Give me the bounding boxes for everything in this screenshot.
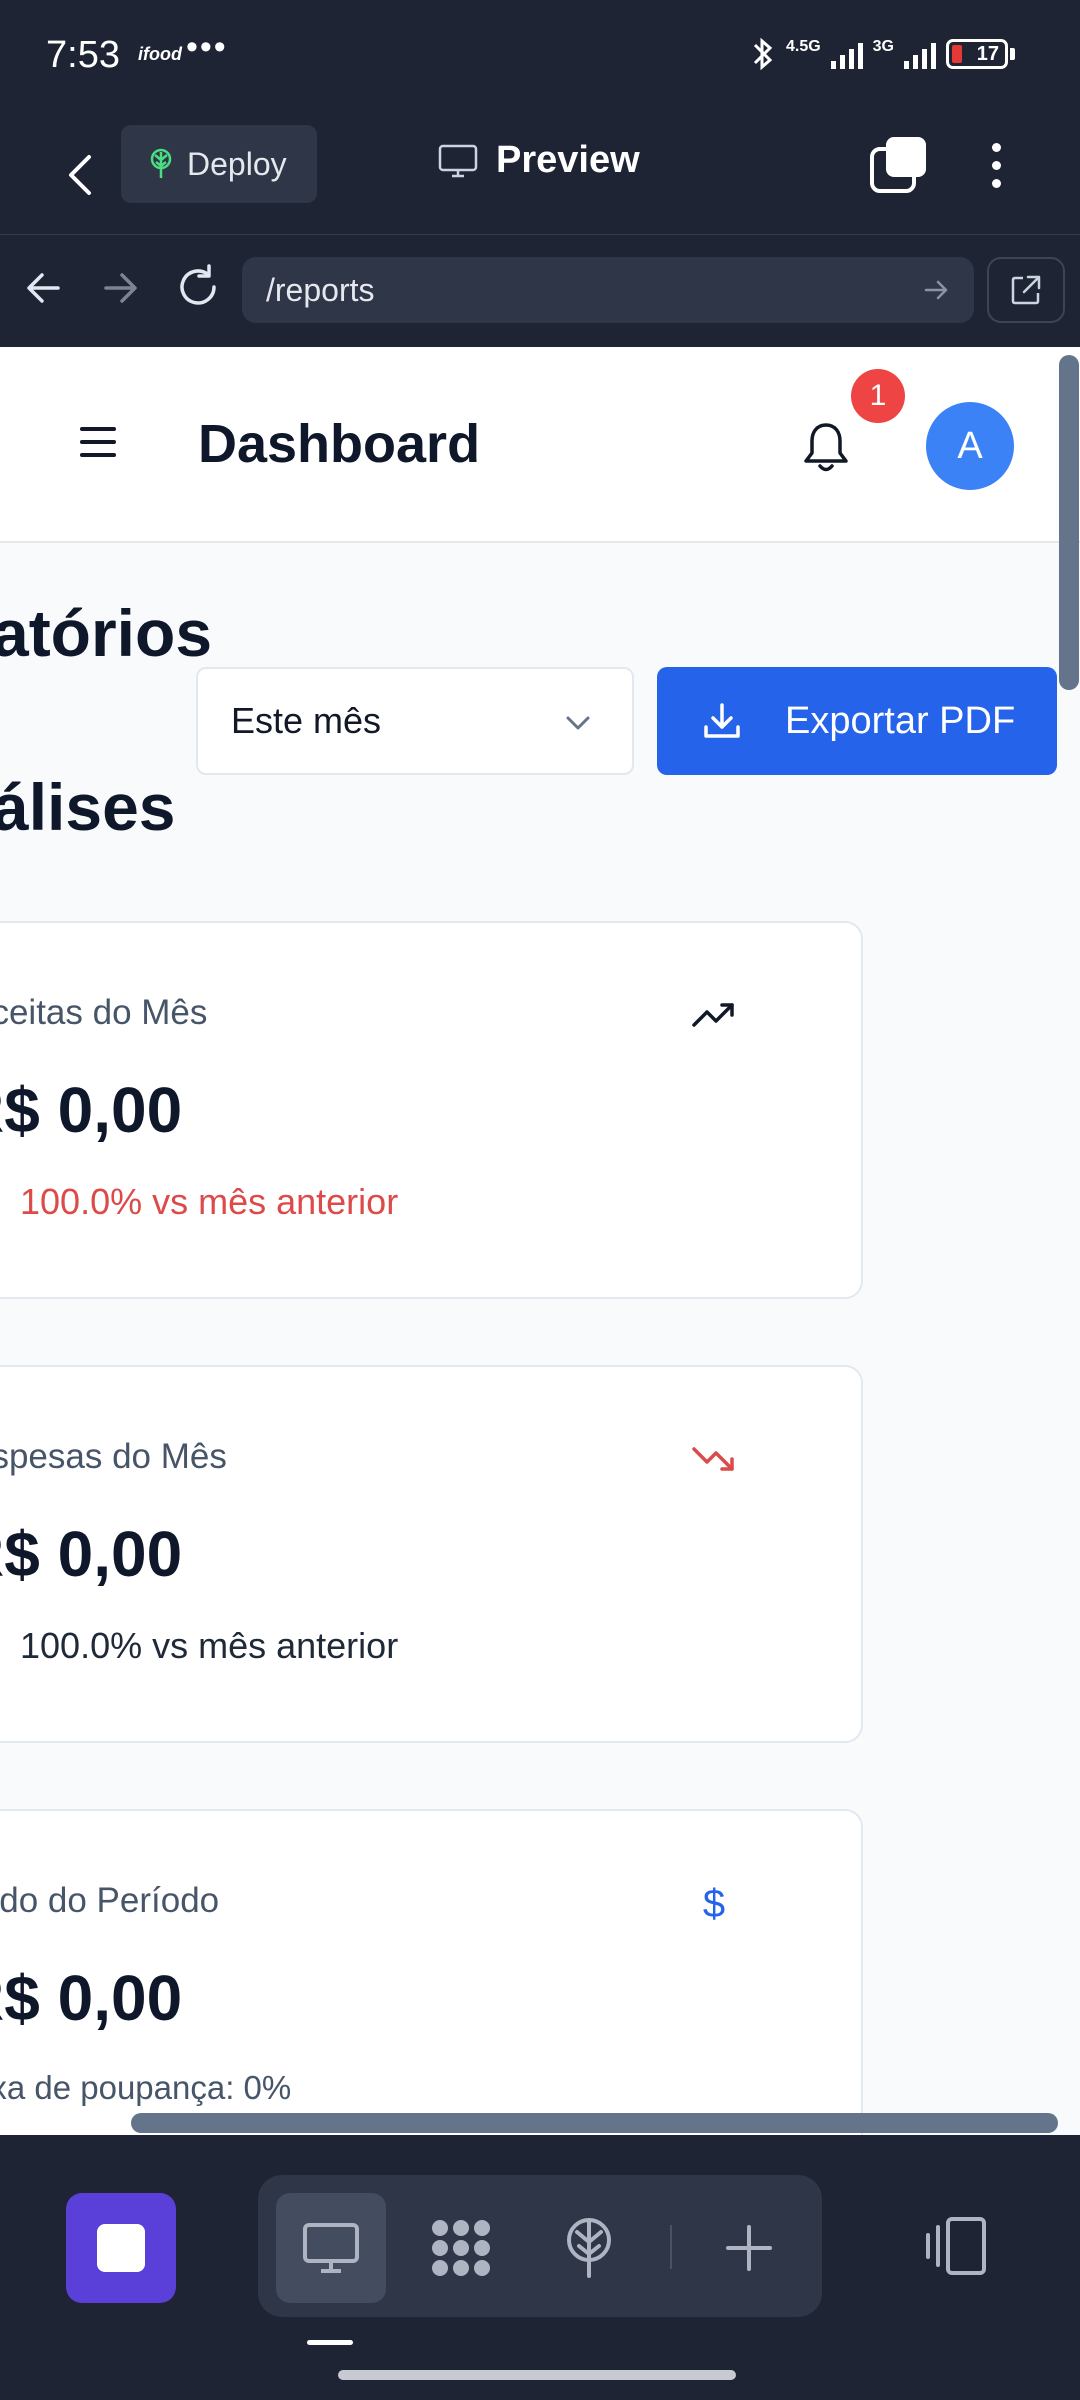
- tabs-icon: [870, 137, 926, 193]
- chevron-left-icon: [69, 155, 91, 195]
- back-button[interactable]: [55, 140, 105, 210]
- panel-toggle-button[interactable]: [920, 2213, 1000, 2283]
- card-subtitle: 100.0% vs mês anterior: [20, 1625, 399, 1666]
- monitor-icon: [438, 144, 478, 177]
- card-value: R$ 0,00: [0, 1074, 183, 1146]
- preview-title: Preview: [438, 139, 640, 182]
- period-select[interactable]: Este mês: [196, 667, 634, 775]
- signal-icon-1: [830, 39, 863, 69]
- reload-button[interactable]: [172, 261, 224, 313]
- stop-icon: [97, 2224, 145, 2272]
- status-time: 7:53: [46, 34, 120, 76]
- dollar-icon: $: [703, 1883, 725, 1923]
- card-value: R$ 0,00: [0, 1962, 183, 2034]
- url-text: /reports: [266, 271, 375, 308]
- period-select-value: Este mês: [231, 700, 382, 741]
- status-bar: 7:53 ifood ••• 4.5G 3G 17: [0, 0, 1080, 115]
- battery-level: 17: [976, 42, 999, 65]
- deploy-tree-icon: [150, 148, 172, 178]
- browser-forward-button[interactable]: [96, 263, 146, 313]
- deploy-tool-button[interactable]: [534, 2193, 644, 2303]
- tool-group: [258, 2175, 822, 2317]
- web-preview: Dashboard 1 A atórios álises Este mês Ex…: [0, 347, 1080, 2135]
- status-icons: 4.5G 3G 17: [750, 36, 1015, 72]
- download-icon: [704, 703, 740, 738]
- site-header: Dashboard 1 A: [0, 347, 1080, 543]
- battery-icon: 17: [946, 39, 1008, 69]
- menu-icon[interactable]: [80, 427, 116, 457]
- export-pdf-button[interactable]: Exportar PDF: [657, 667, 1057, 775]
- plus-icon: [726, 2225, 772, 2271]
- ifood-notification-icon: ifood: [138, 44, 182, 64]
- signal-icon-2: [904, 39, 936, 69]
- arrow-right-icon: [104, 273, 137, 303]
- card-subtitle: 100.0% vs mês anterior: [20, 1181, 399, 1222]
- card-value: R$ 0,00: [0, 1518, 183, 1590]
- reload-icon: [180, 264, 216, 305]
- avatar[interactable]: A: [926, 402, 1014, 490]
- browser-toolbar: /reports: [0, 235, 1080, 347]
- page-title: Dashboard: [198, 414, 481, 474]
- network-label-1: 4.5G: [785, 38, 821, 55]
- card-title: eceitas do Mês: [0, 993, 208, 1032]
- app-header: Deploy Preview: [0, 115, 1080, 235]
- notification-badge: 1: [851, 369, 905, 423]
- browser-back-button[interactable]: [18, 263, 68, 313]
- preview-label: Preview: [496, 139, 640, 181]
- active-tab-indicator: [307, 2340, 353, 2345]
- trending-down-icon: [692, 1447, 734, 1471]
- trending-up-icon: [692, 1003, 734, 1027]
- home-indicator[interactable]: [338, 2370, 736, 2380]
- workflows-tool-button[interactable]: [406, 2193, 516, 2303]
- card-title: aldo do Período: [0, 1881, 220, 1920]
- income-card: eceitas do Mês R$ 0,00 100.0% vs mês ant…: [0, 921, 863, 1299]
- preview-tool-button[interactable]: [276, 2193, 386, 2303]
- go-arrow-icon[interactable]: [922, 275, 952, 305]
- deploy-tree-icon: [567, 2218, 611, 2278]
- arrow-left-icon: [27, 273, 60, 303]
- bluetooth-icon: [753, 37, 773, 71]
- more-notifications-icon: •••: [186, 28, 228, 66]
- add-tool-button[interactable]: [694, 2193, 804, 2303]
- tool-separator: [670, 2225, 672, 2269]
- analyses-heading: álises: [0, 770, 176, 844]
- more-options-button[interactable]: [978, 133, 1014, 197]
- chevron-down-icon: [566, 716, 590, 730]
- expenses-card: espesas do Mês R$ 0,00 100.0% vs mês ant…: [0, 1365, 863, 1743]
- card-title: espesas do Mês: [0, 1437, 227, 1476]
- url-input[interactable]: /reports: [242, 257, 974, 323]
- vertical-scrollbar[interactable]: [1059, 355, 1079, 690]
- deploy-button[interactable]: Deploy: [121, 125, 317, 203]
- external-link-icon: [1011, 275, 1041, 305]
- card-subtitle: axa de poupança: 0%: [0, 2069, 292, 2106]
- open-external-button[interactable]: [987, 257, 1065, 323]
- reports-heading: atórios: [0, 596, 213, 670]
- tabs-button[interactable]: [868, 135, 928, 195]
- network-icon: [432, 2220, 490, 2276]
- stop-button[interactable]: [66, 2193, 176, 2303]
- export-pdf-label: Exportar PDF: [785, 699, 1016, 742]
- horizontal-scrollbar[interactable]: [131, 2113, 1058, 2133]
- balance-card: aldo do Período R$ 0,00 axa de poupança:…: [0, 1809, 863, 2135]
- deploy-label: Deploy: [187, 145, 287, 182]
- bell-icon[interactable]: [800, 419, 852, 475]
- panels-icon: [926, 2217, 986, 2275]
- battery-cap: [1010, 48, 1015, 60]
- bottom-toolbar: [0, 2135, 1080, 2400]
- monitor-icon: [303, 2223, 359, 2273]
- network-label-2: 3G: [872, 38, 894, 55]
- svg-text:$: $: [703, 1883, 725, 1923]
